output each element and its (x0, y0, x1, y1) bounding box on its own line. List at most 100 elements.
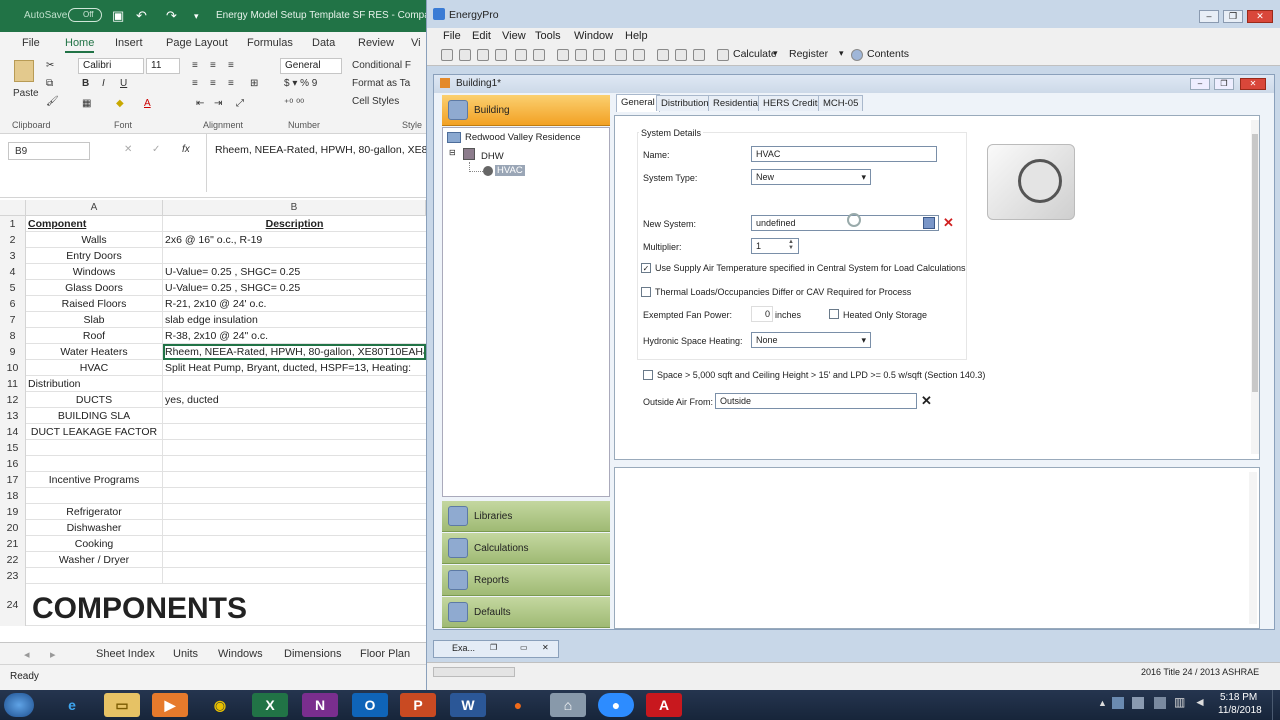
cell-component[interactable]: Raised Floors (26, 296, 163, 312)
hydronic-select[interactable]: None (751, 332, 871, 348)
document-icon[interactable] (495, 49, 507, 61)
home-icon[interactable] (459, 49, 471, 61)
cell-description[interactable] (163, 440, 426, 456)
select-all-corner[interactable] (0, 200, 26, 216)
new-icon[interactable] (441, 49, 453, 61)
tray-icon-2[interactable] (1132, 697, 1144, 709)
cell-description[interactable] (163, 456, 426, 472)
volume-icon[interactable]: ◄ (1194, 695, 1206, 709)
help-contents-icon[interactable] (851, 49, 863, 61)
building-icon[interactable] (477, 49, 489, 61)
nav-building[interactable]: Building (442, 95, 610, 126)
format-painter-icon[interactable]: 🖌 (46, 96, 59, 107)
cell-description[interactable] (163, 568, 426, 584)
message-scrollbar[interactable] (1249, 472, 1257, 624)
tab-distribution[interactable]: Distribution (656, 95, 714, 111)
start-button[interactable] (4, 693, 34, 717)
contents-button[interactable]: Contents (867, 48, 909, 60)
column-header-a[interactable]: A (26, 200, 163, 216)
autosave-toggle[interactable]: Off (68, 8, 102, 22)
cell-description[interactable] (163, 488, 426, 504)
paste-button[interactable]: Paste (13, 88, 39, 99)
register-dropdown-icon[interactable]: ▾ (839, 48, 844, 59)
align-top-icon[interactable]: ≡ (192, 60, 198, 71)
redo-icon[interactable]: ↷ (166, 8, 177, 24)
minimized-restore-icon[interactable]: ❐ (490, 643, 497, 652)
sheet-tab-dimensions[interactable]: Dimensions (284, 648, 341, 660)
powerpoint-icon[interactable]: P (400, 693, 436, 717)
open-icon[interactable] (515, 49, 527, 61)
row-number[interactable]: 8 (0, 328, 26, 344)
cell-description[interactable] (163, 376, 426, 392)
row-number[interactable]: 17 (0, 472, 26, 488)
row-number[interactable]: 5 (0, 280, 26, 296)
copy-icon[interactable] (575, 49, 587, 61)
cell-component[interactable]: Walls (26, 232, 163, 248)
format-as-table-button[interactable]: Format as Ta (352, 78, 410, 89)
media-player-icon[interactable]: ▶ (152, 693, 188, 717)
cell-styles-button[interactable]: Cell Styles (352, 96, 399, 107)
file-explorer-icon[interactable]: ▭ (104, 693, 140, 717)
cell-component[interactable]: Entry Doors (26, 248, 163, 264)
cell-component[interactable]: HVAC (26, 360, 163, 376)
conditional-formatting-button[interactable]: Conditional F (352, 60, 411, 71)
cell-component[interactable]: Cooking (26, 536, 163, 552)
menu-edit[interactable]: Edit (472, 30, 491, 42)
zoom-app-icon[interactable]: ● (598, 693, 634, 717)
column-header-b[interactable]: B (163, 200, 426, 216)
merge-center-icon[interactable]: ⊞ (250, 78, 258, 89)
tab-mch-05[interactable]: MCH-05 (818, 95, 864, 111)
cell-component[interactable]: Distribution (26, 376, 163, 392)
cell-component[interactable] (26, 568, 163, 584)
word-icon[interactable]: W (450, 693, 486, 717)
cell-component[interactable] (26, 440, 163, 456)
row-number[interactable]: 18 (0, 488, 26, 504)
clock-time[interactable]: 5:18 PM (1220, 692, 1257, 703)
cut-icon[interactable] (557, 49, 569, 61)
formula-input[interactable]: Rheem, NEEA-Rated, HPWH, 80-gallon, XE8 (206, 134, 426, 192)
font-color-icon[interactable]: A (144, 98, 151, 109)
fill-color-icon[interactable]: ◆ (116, 98, 124, 109)
underline-icon[interactable]: U (120, 78, 127, 89)
save-icon[interactable]: ▣ (112, 8, 124, 24)
next-sheet-icon[interactable]: ▸ (50, 648, 56, 661)
save-icon[interactable] (533, 49, 545, 61)
row-number[interactable]: 14 (0, 424, 26, 440)
tab-review[interactable]: Review (358, 37, 394, 49)
cell-description[interactable] (163, 552, 426, 568)
cancel-icon[interactable]: ✕ (124, 144, 132, 155)
calculate-dropdown-icon[interactable]: ▾ (773, 48, 778, 59)
row-number[interactable]: 12 (0, 392, 26, 408)
quick-access-dropdown-icon[interactable]: ▾ (194, 11, 199, 22)
row-number[interactable]: 15 (0, 440, 26, 456)
tree-item-dhw[interactable]: DHW (481, 151, 504, 162)
align-left-icon[interactable]: ≡ (192, 78, 198, 89)
menu-help[interactable]: Help (625, 30, 648, 42)
increase-indent-icon[interactable]: ⇥ (214, 98, 222, 109)
form-scrollbar[interactable] (1251, 120, 1259, 454)
align-center-icon[interactable]: ≡ (210, 78, 216, 89)
tab-data[interactable]: Data (312, 37, 335, 49)
bold-icon[interactable]: B (82, 78, 89, 89)
cell-description[interactable]: 2x6 @ 16" o.c., R-19 (163, 232, 426, 248)
sheet-tab-floor-plan[interactable]: Floor Plan (360, 648, 410, 660)
calculate-button[interactable]: Calculate (733, 48, 777, 60)
multiplier-spinner-icon[interactable]: ▲ ▼ (788, 239, 794, 251)
cell-description[interactable]: Description (163, 216, 426, 232)
chrome-icon[interactable]: ◉ (202, 693, 238, 717)
cell-description[interactable]: Split Heat Pump, Bryant, ducted, HSPF=13… (163, 360, 426, 376)
italic-icon[interactable]: I (102, 78, 105, 89)
cell-description[interactable]: Rheem, NEEA-Rated, HPWH, 80-gallon, XE80… (163, 344, 426, 360)
font-name-box[interactable]: Calibri (78, 58, 144, 74)
cell-description[interactable]: U-Value= 0.25 , SHGC= 0.25 (163, 264, 426, 280)
cell-description[interactable]: U-Value= 0.25 , SHGC= 0.25 (163, 280, 426, 296)
font-size-box[interactable]: 11 (146, 58, 180, 74)
cell-description[interactable] (163, 536, 426, 552)
row-number[interactable]: 16 (0, 456, 26, 472)
sheet-tab-windows[interactable]: Windows (218, 648, 263, 660)
firefox-icon[interactable]: ● (500, 693, 536, 717)
nav-defaults[interactable]: Defaults (442, 597, 610, 628)
internet-explorer-icon[interactable]: e (54, 693, 90, 717)
doc-restore-button[interactable]: ❐ (1214, 78, 1234, 90)
acrobat-icon[interactable]: A (646, 693, 682, 717)
